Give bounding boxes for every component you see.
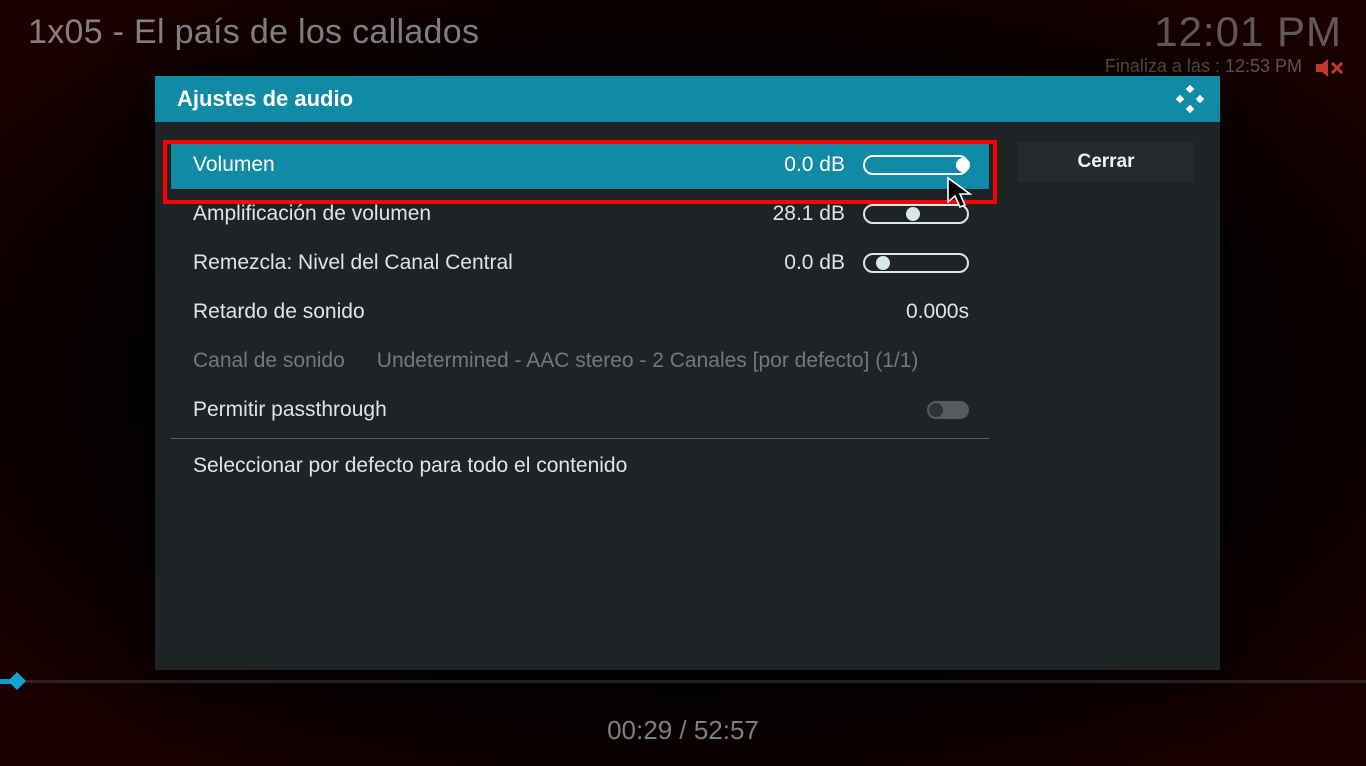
setting-volume[interactable]: Volumen 0.0 dB	[171, 140, 989, 189]
setting-delay[interactable]: Retardo de sonido 0.000s	[171, 287, 989, 336]
setting-label: Amplificación de volumen	[193, 202, 773, 226]
amplification-slider[interactable]	[863, 204, 969, 224]
setting-value: 0.0 dB	[784, 153, 845, 177]
downmix-slider[interactable]	[863, 253, 969, 273]
setting-label: Seleccionar por defecto para todo el con…	[193, 454, 969, 478]
ends-at-label: Finaliza a las : 12:53 PM	[1105, 56, 1302, 77]
setting-audio-channel: Canal de sonido Undetermined - AAC stere…	[171, 336, 989, 385]
passthrough-toggle[interactable]	[927, 401, 969, 419]
dialog-header: Ajustes de audio	[155, 76, 1220, 122]
kodi-logo-icon	[1176, 85, 1204, 113]
setting-downmix[interactable]: Remezcla: Nivel del Canal Central 0.0 dB	[171, 238, 989, 287]
setting-value: 28.1 dB	[773, 202, 845, 226]
setting-passthrough[interactable]: Permitir passthrough	[171, 385, 989, 434]
progress-bar[interactable]	[0, 680, 1366, 683]
setting-label: Permitir passthrough	[193, 398, 927, 422]
mute-icon	[1316, 58, 1348, 78]
volume-slider[interactable]	[863, 155, 969, 175]
audio-settings-dialog: Ajustes de audio Volumen 0.0 dB Amplific…	[155, 76, 1220, 670]
divider	[171, 438, 989, 439]
setting-amplification[interactable]: Amplificación de volumen 28.1 dB	[171, 189, 989, 238]
progress-knob-icon[interactable]	[8, 672, 26, 690]
setting-label: Retardo de sonido	[193, 300, 906, 324]
setting-value: Undetermined - AAC stereo - 2 Canales [p…	[377, 349, 969, 373]
clock: 12:01 PM	[1154, 8, 1342, 56]
setting-set-default[interactable]: Seleccionar por defecto para todo el con…	[171, 441, 989, 490]
playback-time: 00:29 / 52:57	[0, 715, 1366, 746]
player-title: 1x05 - El país de los callados	[28, 13, 479, 52]
setting-value: 0.000s	[906, 300, 969, 324]
setting-value: 0.0 dB	[784, 251, 845, 275]
close-button[interactable]: Cerrar	[1018, 142, 1194, 182]
setting-label: Volumen	[193, 153, 784, 177]
setting-label: Remezcla: Nivel del Canal Central	[193, 251, 784, 275]
setting-label: Canal de sonido	[193, 349, 345, 373]
settings-list: Volumen 0.0 dB Amplificación de volumen …	[171, 140, 989, 490]
dialog-title: Ajustes de audio	[177, 86, 353, 112]
